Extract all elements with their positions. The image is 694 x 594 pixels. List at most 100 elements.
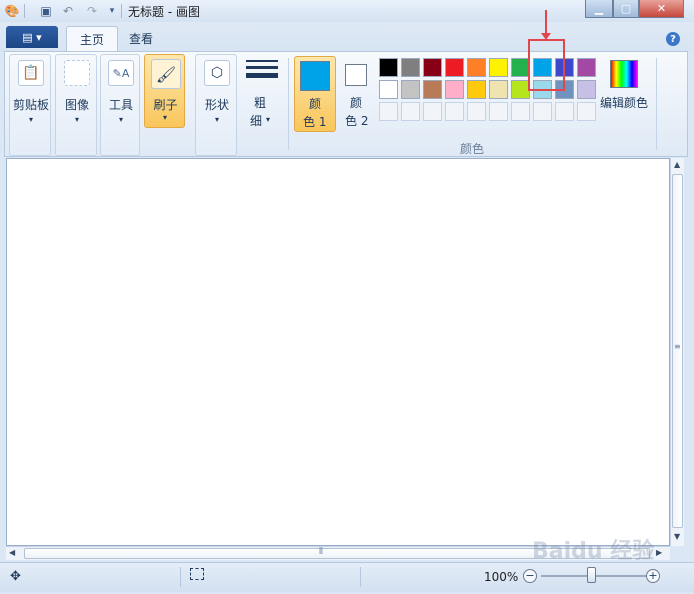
palette-swatch[interactable] bbox=[489, 58, 508, 77]
shapes-icon: ⬡ bbox=[204, 60, 230, 86]
palette-swatch[interactable] bbox=[445, 80, 464, 99]
image-label: 图像 bbox=[64, 98, 89, 112]
minimize-button[interactable]: ▁ bbox=[585, 0, 613, 18]
clipboard-group[interactable]: 📋 剪贴板 ▾ bbox=[9, 54, 51, 156]
palette-swatch[interactable] bbox=[467, 80, 486, 99]
divider bbox=[360, 567, 361, 587]
status-bar: ✥ 100% − + bbox=[0, 562, 694, 592]
color1-button[interactable]: 颜 色 1 bbox=[294, 56, 336, 132]
help-icon[interactable]: ? bbox=[666, 32, 680, 46]
palette-swatch[interactable] bbox=[379, 80, 398, 99]
scroll-grip-icon: ≡ bbox=[674, 342, 681, 351]
custom-color-slot[interactable] bbox=[533, 102, 552, 121]
tools-icon: ✎A bbox=[108, 60, 134, 86]
zoom-out-button[interactable]: − bbox=[523, 569, 537, 583]
custom-color-slot[interactable] bbox=[467, 102, 486, 121]
custom-color-slot[interactable] bbox=[577, 102, 596, 121]
custom-color-slot[interactable] bbox=[423, 102, 442, 121]
vertical-scroll-thumb[interactable] bbox=[672, 174, 683, 528]
color2-button[interactable]: 颜 色 2 bbox=[340, 56, 374, 132]
tab-home[interactable]: 主页 bbox=[66, 26, 119, 52]
drawing-canvas[interactable] bbox=[6, 158, 670, 546]
color-spectrum-icon bbox=[610, 60, 638, 88]
image-group[interactable]: 图像 ▾ bbox=[55, 54, 97, 156]
divider bbox=[288, 58, 289, 150]
divider bbox=[180, 567, 181, 587]
brush-icon: 🖌 bbox=[151, 59, 181, 89]
shapes-group[interactable]: ⬡ 形状 ▾ bbox=[195, 54, 237, 156]
selection-size-icon bbox=[190, 568, 204, 580]
shapes-label: 形状 bbox=[204, 98, 229, 112]
divider bbox=[656, 58, 657, 150]
tools-group[interactable]: ✎A 工具 ▾ bbox=[100, 54, 140, 156]
file-menu-button[interactable]: ▤ ▾ bbox=[6, 26, 58, 48]
size-label-bottom: 细 bbox=[250, 114, 263, 128]
redo-icon[interactable]: ↷ bbox=[84, 3, 100, 19]
palette-swatch[interactable] bbox=[445, 58, 464, 77]
palette-swatch[interactable] bbox=[401, 58, 420, 77]
custom-color-slot[interactable] bbox=[511, 102, 530, 121]
edit-colors-button[interactable]: 编辑颜色 bbox=[598, 58, 650, 118]
line-size-icon bbox=[246, 60, 278, 78]
maximize-icon: ▢ bbox=[620, 2, 632, 15]
window-title: 无标题 - 画图 bbox=[128, 5, 200, 19]
brushes-button[interactable]: 🖌 刷子 ▾ bbox=[144, 54, 185, 128]
size-button[interactable]: 粗 细 ▾ bbox=[244, 58, 280, 128]
scroll-up-icon[interactable]: ▲ bbox=[674, 160, 680, 169]
palette-swatch[interactable] bbox=[423, 80, 442, 99]
brushes-label: 刷子 bbox=[153, 98, 178, 112]
palette-swatch[interactable] bbox=[577, 80, 596, 99]
close-button[interactable]: ✕ bbox=[639, 0, 684, 18]
tools-label: 工具 bbox=[108, 98, 133, 112]
dropdown-arrow-icon: ▾ bbox=[29, 115, 34, 124]
colors-group-label: 颜色 bbox=[460, 142, 485, 156]
maximize-button[interactable]: ▢ bbox=[613, 0, 639, 18]
palette-swatch[interactable] bbox=[423, 58, 442, 77]
scroll-right-icon[interactable]: ▶ bbox=[656, 548, 662, 557]
tab-view[interactable]: 查看 bbox=[116, 26, 166, 52]
custom-color-slot[interactable] bbox=[555, 102, 574, 121]
clipboard-label: 剪贴板 bbox=[12, 98, 49, 112]
size-label-top: 粗 bbox=[254, 96, 267, 110]
dropdown-arrow-icon: ▾ bbox=[215, 115, 220, 124]
palette-swatch[interactable] bbox=[577, 58, 596, 77]
palette-swatch[interactable] bbox=[489, 80, 508, 99]
divider bbox=[121, 4, 122, 18]
watermark: Baidu 经验 bbox=[532, 539, 655, 564]
save-icon[interactable]: ▣ bbox=[38, 3, 54, 19]
zoom-slider-thumb[interactable] bbox=[587, 567, 596, 583]
zoom-in-button[interactable]: + bbox=[646, 569, 660, 583]
annotation-highlight-box bbox=[528, 39, 565, 91]
palette-swatch[interactable] bbox=[467, 58, 486, 77]
custom-color-slot[interactable] bbox=[445, 102, 464, 121]
color1-label-top: 颜 bbox=[309, 97, 322, 111]
color2-swatch bbox=[345, 64, 367, 86]
cursor-position-icon: ✥ bbox=[10, 569, 21, 584]
color2-label-bottom: 色 2 bbox=[345, 114, 369, 128]
custom-color-slot[interactable] bbox=[489, 102, 508, 121]
palette-swatch[interactable] bbox=[379, 58, 398, 77]
color1-label-bottom: 色 1 bbox=[303, 115, 327, 129]
scroll-down-icon[interactable]: ▼ bbox=[674, 532, 680, 541]
divider bbox=[24, 4, 25, 18]
dropdown-arrow-icon: ▾ bbox=[75, 115, 80, 124]
dropdown-arrow-icon: ▾ bbox=[119, 115, 124, 124]
clipboard-icon: 📋 bbox=[18, 60, 44, 86]
undo-icon[interactable]: ↶ bbox=[60, 3, 76, 19]
color1-swatch bbox=[300, 61, 330, 91]
color2-label-top: 颜 bbox=[350, 96, 363, 110]
scroll-grip-icon: ⦀ bbox=[319, 547, 323, 557]
custom-color-slot[interactable] bbox=[379, 102, 398, 121]
close-icon: ✕ bbox=[656, 2, 667, 15]
dropdown-arrow-icon: ▾ bbox=[163, 113, 168, 122]
zoom-level: 100% bbox=[484, 570, 519, 584]
selection-icon bbox=[64, 60, 90, 86]
minus-icon: − bbox=[525, 569, 535, 582]
palette-swatch[interactable] bbox=[401, 80, 420, 99]
minimize-icon: ▁ bbox=[594, 2, 604, 15]
scroll-left-icon[interactable]: ◀ bbox=[9, 548, 15, 557]
vertical-scrollbar[interactable]: ▲ ≡ ▼ bbox=[670, 158, 684, 546]
paint-app-icon[interactable]: 🎨 bbox=[4, 3, 20, 19]
custom-color-slot[interactable] bbox=[401, 102, 420, 121]
customize-qat-icon[interactable]: ▾ bbox=[104, 3, 120, 19]
